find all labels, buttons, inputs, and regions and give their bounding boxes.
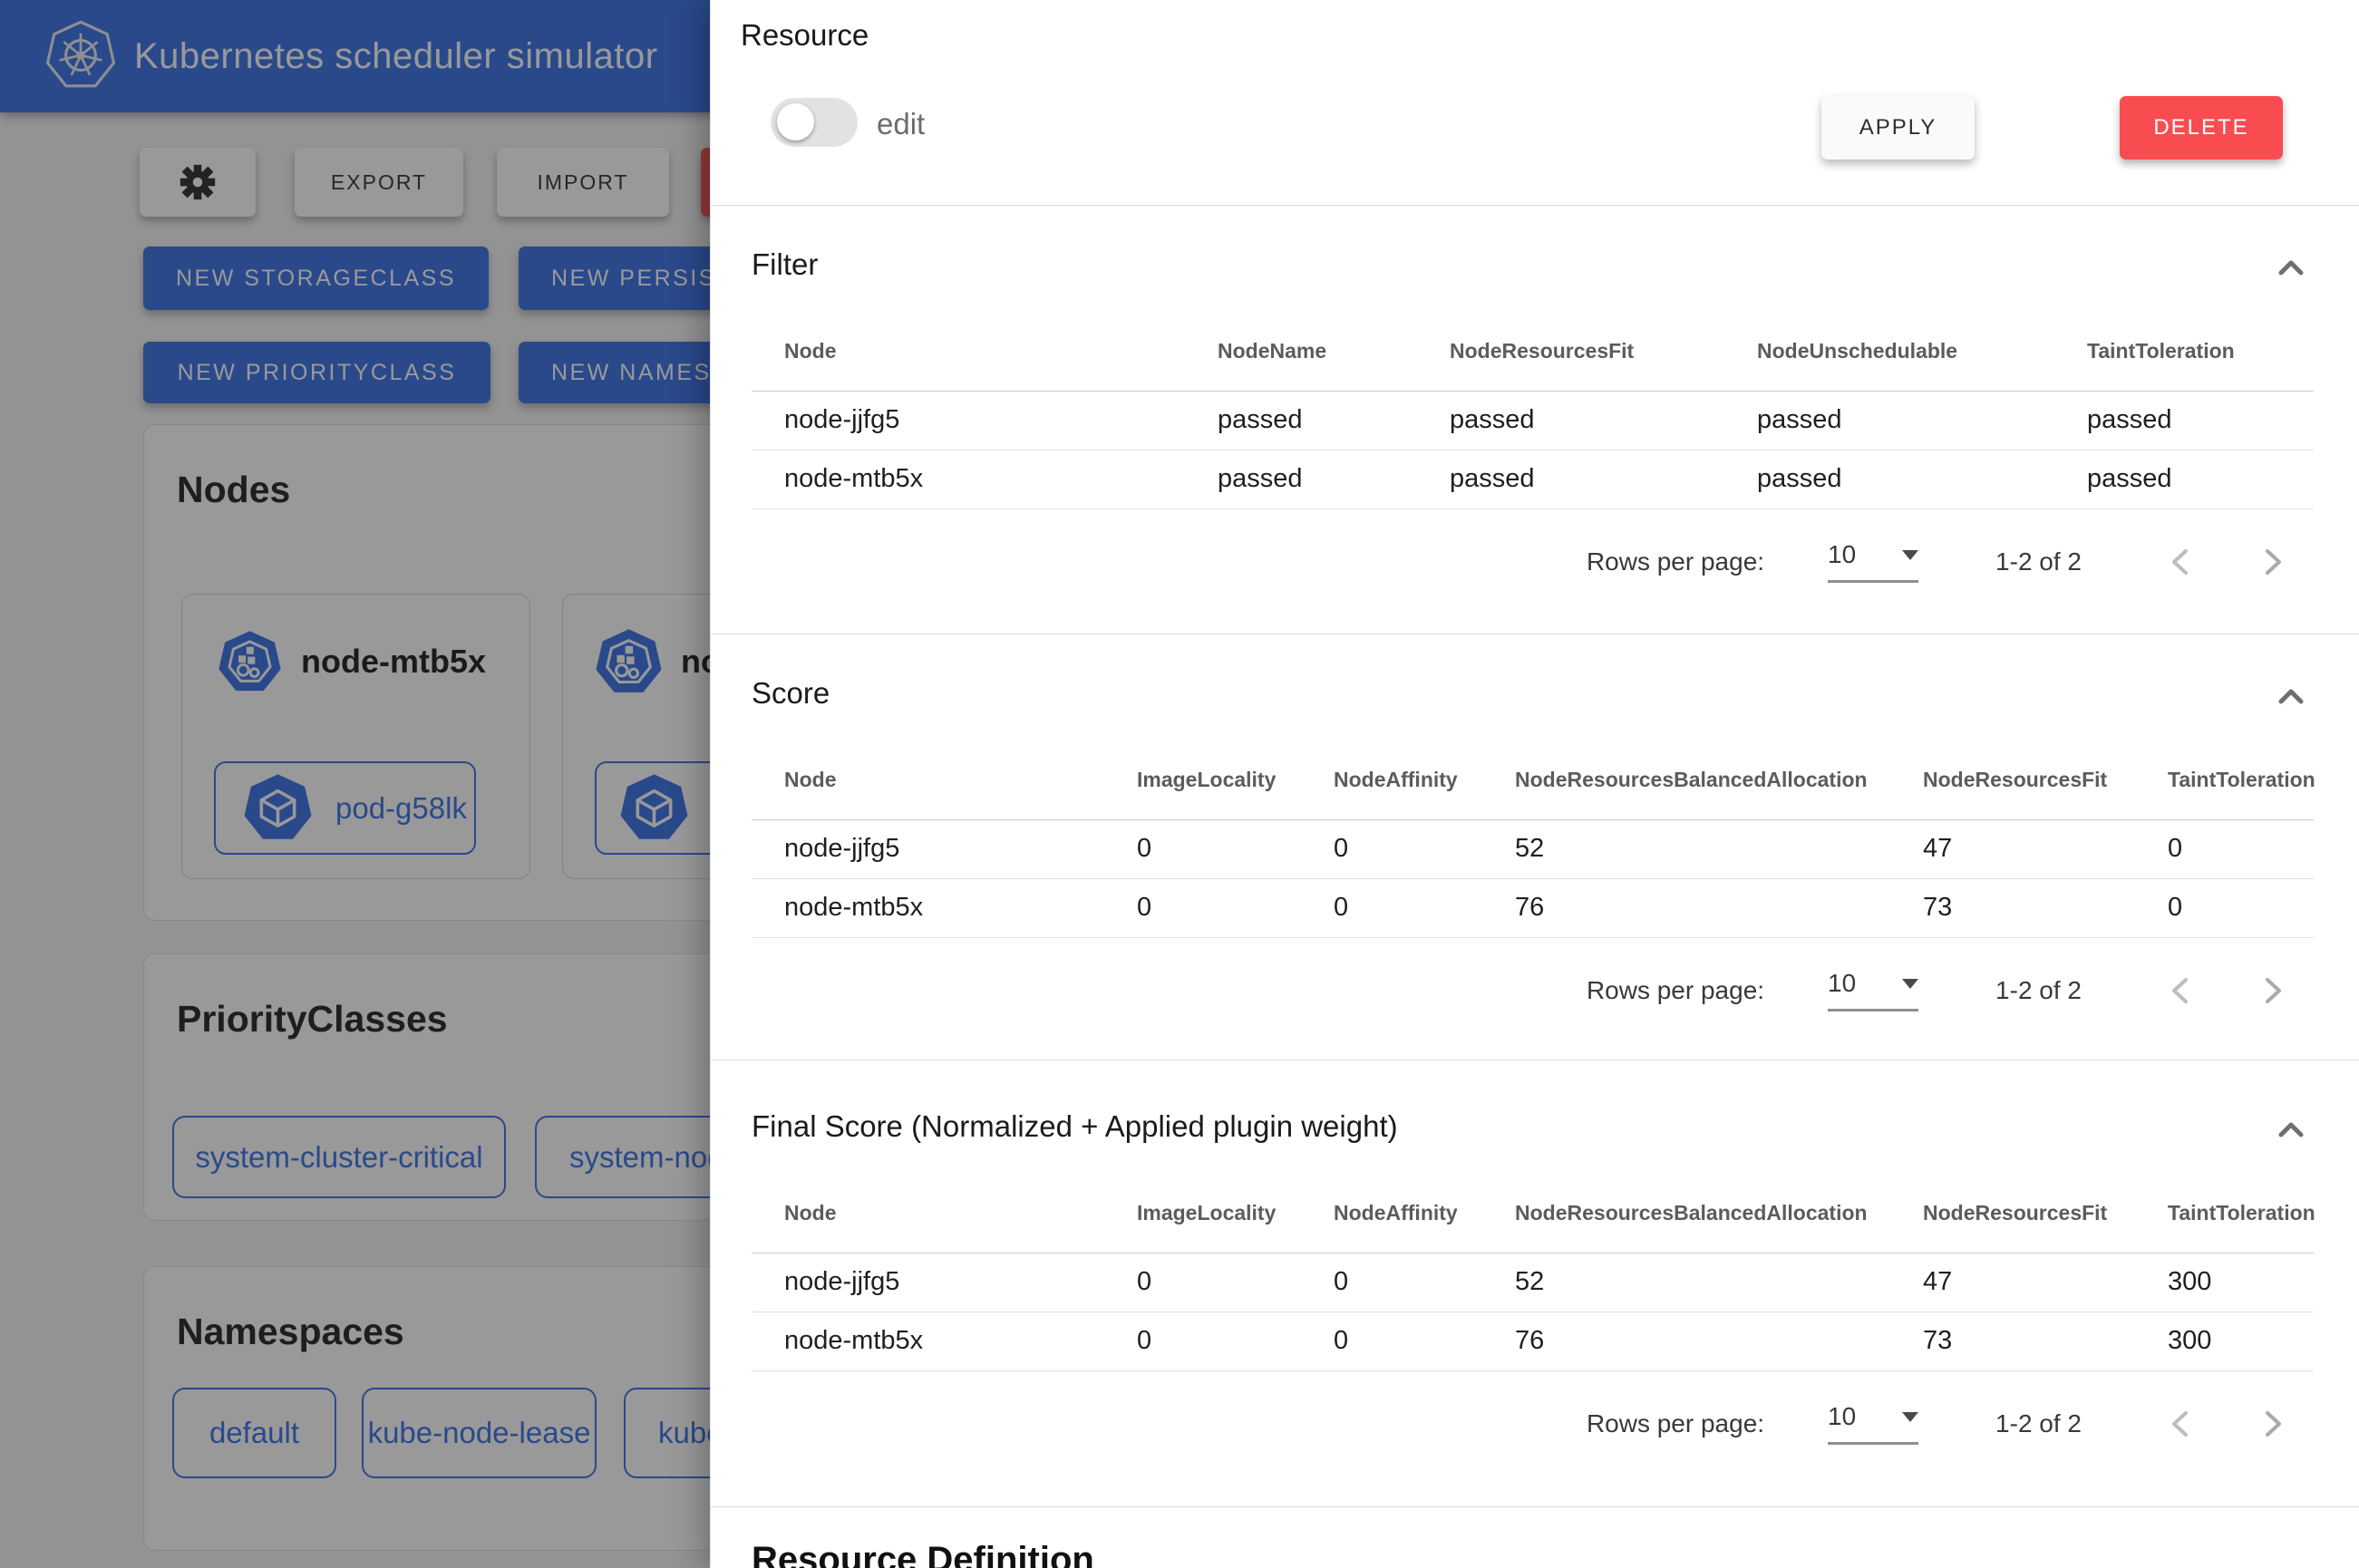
collapse-score-button[interactable] xyxy=(2269,674,2313,718)
final-score-section-title: Final Score (Normalized + Applied plugin… xyxy=(752,1108,1398,1146)
caret-down-icon xyxy=(1902,550,1918,560)
next-page-button[interactable] xyxy=(2262,976,2286,1005)
rows-per-page-label: Rows per page: xyxy=(1587,547,1764,576)
filter-table: Node NodeName NodeResourcesFit NodeUnsch… xyxy=(752,313,2314,509)
app-root: Kubernetes scheduler simulator EXPORT IM… xyxy=(0,0,2359,1568)
chevron-up-icon xyxy=(2278,689,2304,704)
chevron-right-icon xyxy=(2262,1409,2286,1438)
rows-per-page-select[interactable]: 10 xyxy=(1828,540,1918,583)
table-row: node-mtb5x 0 0 76 73 300 xyxy=(752,1312,2314,1370)
chevron-left-icon xyxy=(2168,547,2191,576)
chevron-up-icon xyxy=(2278,1122,2304,1137)
table-row: node-mtb5x 0 0 76 73 0 xyxy=(752,878,2314,937)
pagination: Rows per page: 10 1-2 of 2 xyxy=(752,1388,2313,1460)
edit-toggle-label: edit xyxy=(877,107,925,141)
resource-definition-title: Resource Definition xyxy=(752,1540,2313,1568)
collapse-filter-button[interactable] xyxy=(2269,246,2313,289)
page-range-label: 1-2 of 2 xyxy=(1995,547,2082,576)
chevron-right-icon xyxy=(2262,547,2286,576)
rows-per-page-select[interactable]: 10 xyxy=(1828,1402,1918,1445)
page-range-label: 1-2 of 2 xyxy=(1995,976,2082,1005)
chevron-left-icon xyxy=(2168,1409,2191,1438)
table-row: node-jjfg5 0 0 52 47 0 xyxy=(752,819,2314,878)
rows-per-page-label: Rows per page: xyxy=(1587,1409,1764,1438)
score-section-title: Score xyxy=(752,674,830,712)
score-table: Node ImageLocality NodeAffinity NodeReso… xyxy=(752,741,2314,938)
drawer-title: Resource xyxy=(741,18,869,53)
page-range-label: 1-2 of 2 xyxy=(1995,1409,2082,1438)
chevron-up-icon xyxy=(2278,260,2304,276)
final-score-table: Node ImageLocality NodeAffinity NodeReso… xyxy=(752,1175,2314,1371)
filter-section-title: Filter xyxy=(752,246,818,284)
delete-button[interactable]: DELETE xyxy=(2120,96,2283,160)
previous-page-button[interactable] xyxy=(2168,1409,2191,1438)
collapse-final-score-button[interactable] xyxy=(2269,1108,2313,1151)
pagination: Rows per page: 10 1-2 of 2 xyxy=(752,954,2313,1027)
apply-button[interactable]: APPLY xyxy=(1821,96,1975,160)
caret-down-icon xyxy=(1902,979,1918,989)
rows-per-page-select[interactable]: 10 xyxy=(1828,969,1918,1011)
table-row: node-jjfg5 0 0 52 47 300 xyxy=(752,1253,2314,1312)
filter-section: Filter Node NodeName NodeResourcesFit No… xyxy=(711,206,2359,634)
toggle-thumb-icon xyxy=(777,103,814,140)
table-row: node-mtb5x passed passed passed passed xyxy=(752,450,2314,508)
score-section: Score Node ImageLocality NodeAffinity No… xyxy=(711,634,2359,1060)
table-row: node-jjfg5 passed passed passed passed xyxy=(752,391,2314,450)
resource-header: Resource edit APPLY DELETE xyxy=(711,0,2359,206)
next-page-button[interactable] xyxy=(2262,1409,2286,1438)
chevron-left-icon xyxy=(2168,976,2191,1005)
resource-definition-section: Resource Definition xyxy=(711,1507,2359,1568)
edit-toggle[interactable] xyxy=(771,98,858,147)
caret-down-icon xyxy=(1902,1412,1918,1422)
table-header-row: Node ImageLocality NodeAffinity NodeReso… xyxy=(752,741,2314,819)
table-header-row: Node ImageLocality NodeAffinity NodeReso… xyxy=(752,1175,2314,1253)
final-score-section: Final Score (Normalized + Applied plugin… xyxy=(711,1060,2359,1507)
previous-page-button[interactable] xyxy=(2168,547,2191,576)
rows-per-page-label: Rows per page: xyxy=(1587,976,1764,1005)
pagination: Rows per page: 10 1-2 of 2 xyxy=(752,526,2313,598)
table-header-row: Node NodeName NodeResourcesFit NodeUnsch… xyxy=(752,313,2314,391)
previous-page-button[interactable] xyxy=(2168,976,2191,1005)
chevron-right-icon xyxy=(2262,976,2286,1005)
resource-drawer: Resource edit APPLY DELETE Filter xyxy=(710,0,2359,1568)
next-page-button[interactable] xyxy=(2262,547,2286,576)
